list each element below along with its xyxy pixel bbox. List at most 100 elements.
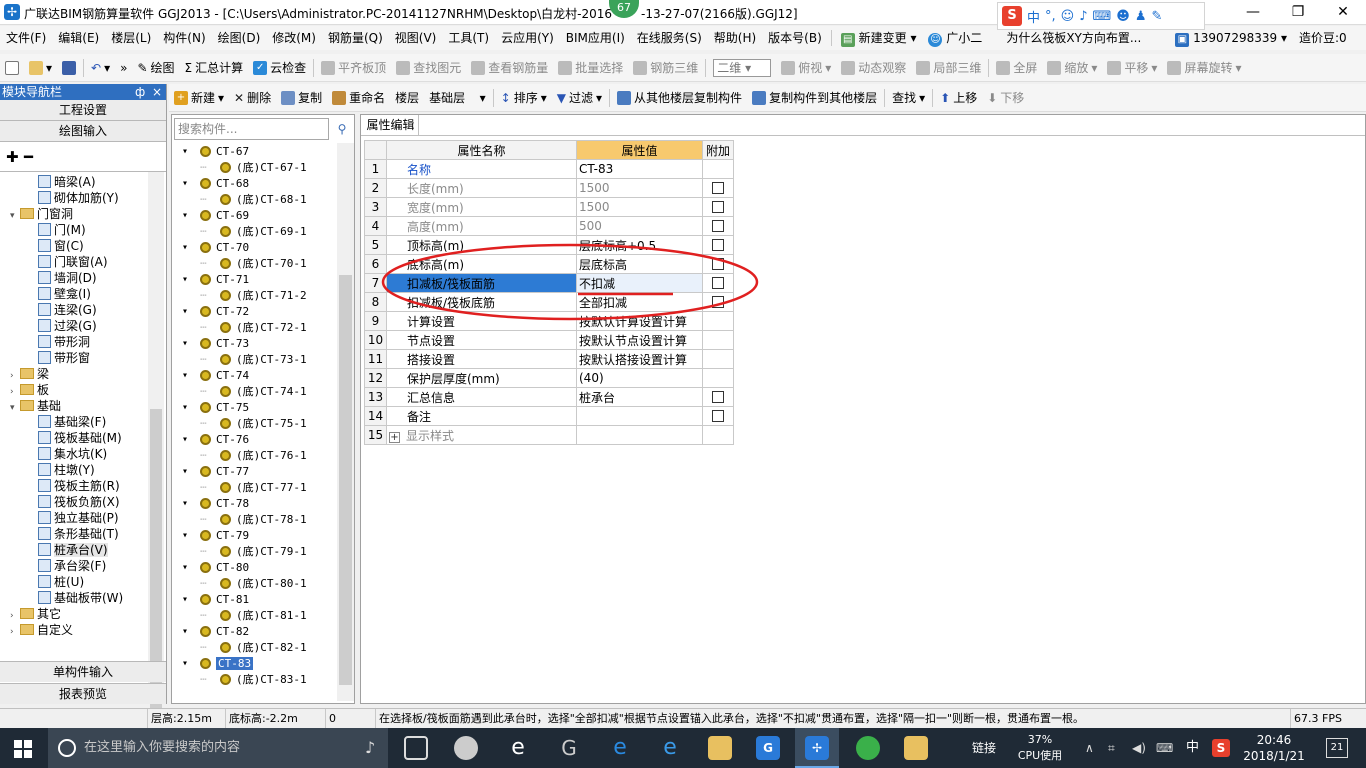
- component-item[interactable]: ▾ CT-74: [182, 368, 249, 384]
- tray-lang[interactable]: 中: [1186, 728, 1199, 768]
- component-subitem[interactable]: ┄ (底)CT-76-1: [200, 448, 307, 464]
- collapse-arrow-icon[interactable]: ▾: [182, 528, 188, 544]
- component-item[interactable]: ▾ CT-71: [182, 272, 249, 288]
- dynamic-view-button[interactable]: 动态观察: [836, 59, 911, 76]
- property-value-cell[interactable]: (40): [576, 368, 703, 388]
- keyboard-icon[interactable]: ⌨: [1093, 9, 1112, 24]
- nav-tree-item[interactable]: 带形洞: [38, 334, 90, 350]
- toolbar-overflow[interactable]: »: [115, 61, 132, 75]
- component-subitem[interactable]: ┄ (底)CT-77-1: [200, 480, 307, 496]
- nav-folder[interactable]: › 板: [10, 382, 49, 398]
- component-subitem[interactable]: ┄ (底)CT-83-1: [200, 672, 307, 688]
- menu-guangxiaoer[interactable]: ☺ 广小二: [922, 26, 988, 50]
- tray-sogou-icon[interactable]: S: [1212, 739, 1230, 757]
- nav-folder[interactable]: ▾ 基础: [10, 398, 61, 414]
- property-value-cell[interactable]: [576, 425, 703, 445]
- spiral-app-icon[interactable]: G: [557, 736, 581, 760]
- glodon-g-icon[interactable]: G: [756, 736, 780, 760]
- menu-help[interactable]: 帮助(H): [708, 26, 762, 50]
- property-value-cell[interactable]: 按默认节点设置计算: [576, 330, 703, 350]
- menu-new-change[interactable]: ▤ 新建变更 ▾: [835, 26, 923, 50]
- punct-icon[interactable]: °,: [1045, 9, 1056, 24]
- rename-button[interactable]: 重命名: [327, 89, 390, 106]
- collapse-arrow-icon[interactable]: ▾: [182, 624, 188, 640]
- nav-tree-item[interactable]: 桩承台(V): [38, 542, 108, 558]
- property-value-cell[interactable]: 按默认搭接设置计算: [576, 349, 703, 369]
- collapse-arrow-icon[interactable]: ▾: [182, 464, 188, 480]
- add-checkbox[interactable]: [712, 410, 724, 422]
- undo-button[interactable]: ↶ ▾: [86, 61, 115, 75]
- menu-online[interactable]: 在线服务(S): [631, 26, 708, 50]
- taskbar-search-input[interactable]: 在这里输入你要搜索的内容: [48, 728, 388, 768]
- menu-cloud[interactable]: 云应用(Y): [495, 26, 560, 50]
- menu-price-beans[interactable]: 造价豆:0: [1293, 26, 1353, 50]
- property-name-cell[interactable]: + 显示样式: [386, 425, 577, 445]
- property-value-cell[interactable]: 1500: [576, 197, 703, 217]
- nav-tree-item[interactable]: 柱墩(Y): [38, 462, 95, 478]
- copy-from-floor-button[interactable]: 从其他楼层复制构件: [612, 89, 747, 106]
- component-subitem[interactable]: ┄ (底)CT-74-1: [200, 384, 307, 400]
- component-item[interactable]: ▾ CT-80: [182, 560, 249, 576]
- move-up-button[interactable]: ⬆ 上移: [935, 89, 982, 106]
- move-down-button[interactable]: ⬇ 下移: [982, 89, 1029, 106]
- component-item[interactable]: ▾ CT-78: [182, 496, 249, 512]
- property-add-cell[interactable]: [702, 406, 734, 426]
- component-subitem[interactable]: ┄ (底)CT-78-1: [200, 512, 307, 528]
- copy-to-floor-button[interactable]: 复制构件到其他楼层: [747, 89, 882, 106]
- collapse-arrow-icon[interactable]: ▾: [182, 272, 188, 288]
- sum-calc-button[interactable]: Σ 汇总计算: [180, 59, 249, 76]
- nav-folder[interactable]: ▾ 门窗洞: [10, 206, 73, 222]
- component-subitem[interactable]: ┄ (底)CT-68-1: [200, 192, 307, 208]
- component-subitem[interactable]: ┄ (底)CT-67-1: [200, 160, 307, 176]
- component-item[interactable]: ▾ CT-72: [182, 304, 249, 320]
- component-subitem[interactable]: ┄ (底)CT-72-1: [200, 320, 307, 336]
- collapse-arrow-icon[interactable]: ▾: [182, 592, 188, 608]
- property-row[interactable]: 1 名称 CT-83: [364, 159, 734, 179]
- collapse-all-icon[interactable]: ━: [24, 148, 33, 166]
- floor-select[interactable]: 基础层 ▾: [424, 89, 490, 106]
- windows-start-icon[interactable]: [14, 740, 32, 758]
- search-component-input[interactable]: 搜索构件...: [174, 118, 329, 140]
- collapse-arrow-icon[interactable]: ▾: [182, 240, 188, 256]
- screen-rotate-button[interactable]: 屏幕旋转 ▾: [1162, 59, 1246, 76]
- pan-button[interactable]: 平移 ▾: [1102, 59, 1162, 76]
- tray-keyboard-icon[interactable]: ⌨: [1156, 728, 1173, 768]
- collapse-arrow-icon[interactable]: ▾: [182, 176, 188, 192]
- task-view-icon[interactable]: [404, 736, 428, 760]
- emoji-icon[interactable]: ☺: [1061, 9, 1075, 24]
- component-item[interactable]: ▾ CT-83: [182, 656, 254, 672]
- expand-all-icon[interactable]: ✚: [6, 148, 19, 166]
- menu-tools[interactable]: 工具(T): [442, 26, 495, 50]
- new-file-button[interactable]: [0, 60, 24, 75]
- component-subitem[interactable]: ┄ (底)CT-75-1: [200, 416, 307, 432]
- component-subitem[interactable]: ┄ (底)CT-80-1: [200, 576, 307, 592]
- fan-app-icon[interactable]: [454, 736, 478, 760]
- single-input-button[interactable]: 单构件输入: [0, 661, 166, 682]
- component-subitem[interactable]: ┄ (底)CT-79-1: [200, 544, 307, 560]
- property-name-cell[interactable]: 节点设置: [386, 330, 577, 350]
- property-name-cell[interactable]: 保护层厚度(mm): [386, 368, 577, 388]
- notes-app-icon[interactable]: [904, 736, 928, 760]
- nav-tree-item[interactable]: 墙洞(D): [38, 270, 97, 286]
- nav-tree-item[interactable]: 连梁(G): [38, 302, 97, 318]
- property-name-cell[interactable]: 长度(mm): [386, 178, 577, 198]
- tray-chevron-icon[interactable]: ∧: [1085, 728, 1094, 768]
- property-value-cell[interactable]: 1500: [576, 178, 703, 198]
- new-component-button[interactable]: + 新建 ▾: [169, 89, 229, 106]
- nav-tree-item[interactable]: 基础板带(W): [38, 590, 123, 606]
- nav-tree-item[interactable]: 条形基础(T): [38, 526, 119, 542]
- component-subitem[interactable]: ┄ (底)CT-69-1: [200, 224, 307, 240]
- action-center-icon[interactable]: 21: [1326, 738, 1348, 758]
- nav-tree-item[interactable]: 带形窗: [38, 350, 90, 366]
- save-button[interactable]: [57, 60, 81, 75]
- search-icon[interactable]: ⚲: [332, 118, 352, 140]
- property-row[interactable]: 10 节点设置 按默认节点设置计算: [364, 330, 734, 350]
- property-row[interactable]: 14 备注: [364, 406, 734, 426]
- menu-view[interactable]: 视图(V): [389, 26, 443, 50]
- edge-icon[interactable]: e: [608, 736, 632, 760]
- file-explorer-icon[interactable]: [708, 736, 732, 760]
- property-add-cell[interactable]: [702, 197, 734, 217]
- menu-component[interactable]: 构件(N): [157, 26, 211, 50]
- view-rebar-qty-button[interactable]: 查看钢筋量: [466, 59, 553, 76]
- property-name-cell[interactable]: 搭接设置: [386, 349, 577, 369]
